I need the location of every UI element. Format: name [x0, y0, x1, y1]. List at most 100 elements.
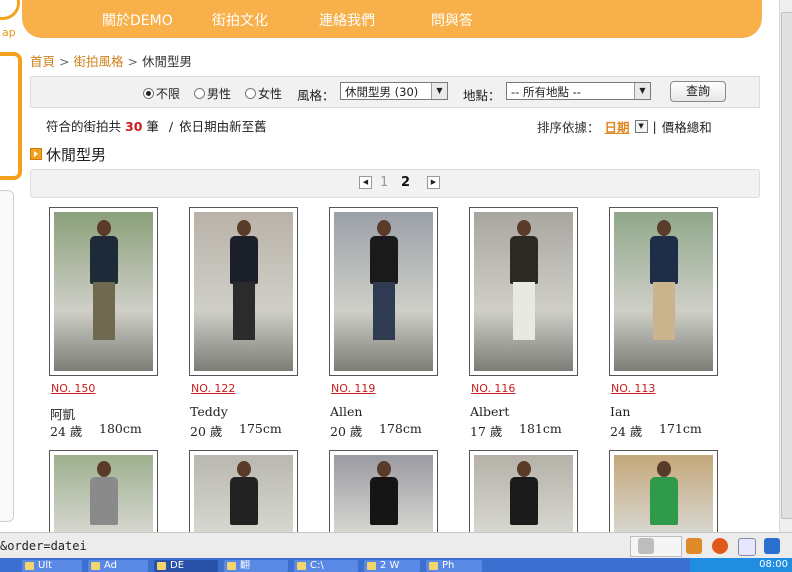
logo-text: ap — [2, 26, 16, 39]
query-button[interactable]: 查詢 — [670, 81, 726, 102]
person-top — [509, 236, 538, 284]
nav-about[interactable]: 關於DEMO — [102, 10, 173, 30]
street-photo[interactable] — [469, 450, 578, 540]
radio-female[interactable]: 女性 — [245, 85, 282, 102]
taskbar-item[interactable]: Ph — [426, 560, 482, 572]
street-photo[interactable] — [49, 450, 158, 540]
vertical-scrollbar[interactable] — [779, 0, 792, 532]
sort-direction-icon[interactable]: ▼ — [634, 120, 648, 133]
result-count: 30 — [125, 119, 143, 134]
street-photo[interactable] — [189, 207, 298, 376]
photo-number[interactable]: NO. 116 — [471, 382, 515, 395]
taskbar: Ult Ad DE 翻 C:\ 2 W Ph 08:00 — [0, 558, 792, 572]
result-order: 依日期由新至舊 — [179, 119, 267, 134]
sort-label: 排序依據： — [537, 120, 600, 135]
taskbar-item[interactable]: 翻 — [224, 560, 288, 572]
taskbar-item[interactable]: DE — [154, 560, 218, 572]
person-age: 20 歲 — [330, 424, 363, 439]
side-tab[interactable] — [0, 52, 22, 180]
street-photo[interactable] — [329, 450, 438, 540]
person-head — [96, 220, 111, 236]
sort-by-date[interactable]: 日期 — [605, 117, 630, 136]
photo-number[interactable]: NO. 113 — [611, 382, 655, 395]
tools-icon[interactable] — [686, 538, 702, 554]
person-age: 17 歲 — [470, 424, 503, 439]
person-head — [236, 220, 251, 236]
nav-faq[interactable]: 問與答 — [431, 10, 473, 30]
photo-image — [194, 212, 293, 371]
street-photo[interactable] — [609, 450, 718, 540]
page-2[interactable]: 2 — [401, 175, 410, 190]
clock: 08:00 — [759, 559, 788, 570]
sort-by-price[interactable]: 價格總和 — [662, 117, 712, 136]
style-select[interactable]: 休閒型男 (30) ▼ — [340, 82, 448, 100]
photo-image — [54, 212, 153, 371]
person-top — [89, 236, 118, 284]
prev-page-icon[interactable]: ◀ — [359, 176, 372, 189]
breadcrumb-sep: > — [59, 54, 70, 69]
photo-number[interactable]: NO. 150 — [51, 382, 95, 395]
radio-dot — [143, 88, 154, 99]
breadcrumb-sep: > — [127, 54, 138, 69]
person-figure — [224, 220, 264, 370]
person-age: 20 歲 — [190, 424, 223, 439]
section-arrow-icon — [30, 148, 42, 160]
photo-image — [614, 455, 713, 535]
radio-any[interactable]: 不限 — [143, 85, 180, 102]
taskbar-item[interactable]: Ad — [88, 560, 148, 572]
person-top — [509, 477, 538, 525]
person-age: 24 歲 — [50, 424, 83, 439]
filter-bar: 不限 男性 女性 風格： 休閒型男 (30) ▼ 地點： -- 所有地點 -- … — [30, 76, 760, 108]
system-tray: 08:00 — [690, 558, 792, 572]
breadcrumb-style[interactable]: 街拍風格 — [74, 54, 124, 69]
page-icon[interactable] — [738, 538, 756, 556]
result-suffix: 筆 — [146, 119, 159, 134]
photo-image — [54, 455, 153, 535]
status-url: &order=datei — [0, 539, 87, 553]
person-top — [369, 236, 398, 284]
photo-image — [334, 455, 433, 535]
location-select[interactable]: -- 所有地點 -- ▼ — [506, 82, 651, 100]
person-height: 171cm — [659, 421, 702, 436]
nav-contact[interactable]: 連絡我們 — [319, 10, 375, 30]
breadcrumb-home[interactable]: 首頁 — [30, 54, 55, 69]
street-photo[interactable] — [609, 207, 718, 376]
radio-dot — [245, 88, 256, 99]
street-photo[interactable] — [329, 207, 438, 376]
photo-number[interactable]: NO. 122 — [191, 382, 235, 395]
next-page-icon[interactable]: ▶ — [427, 176, 440, 189]
result-prefix: 符合的街拍共 — [46, 119, 122, 134]
nav-street-culture[interactable]: 街拍文化 — [212, 10, 268, 30]
location-select-value: -- 所有地點 -- — [511, 85, 581, 99]
person-figure — [84, 461, 124, 535]
street-photo[interactable] — [49, 207, 158, 376]
person-top — [229, 236, 258, 284]
page-1[interactable]: 1 — [380, 175, 388, 190]
network-icon — [638, 538, 654, 554]
photo-number[interactable]: NO. 119 — [331, 382, 375, 395]
app-icon[interactable] — [764, 538, 780, 554]
location-label: 地點： — [463, 88, 501, 103]
person-height: 178cm — [379, 421, 422, 436]
taskbar-item[interactable]: Ult — [22, 560, 82, 572]
firefox-icon[interactable] — [712, 538, 728, 554]
street-photo[interactable] — [189, 450, 298, 540]
person-top — [649, 236, 678, 284]
section-title: 休閒型男 — [46, 146, 107, 164]
photo-image — [194, 455, 293, 535]
taskbar-item[interactable]: C:\ — [294, 560, 358, 572]
street-photo[interactable] — [469, 207, 578, 376]
person-figure — [224, 461, 264, 535]
radio-label: 男性 — [207, 87, 232, 101]
person-legs — [92, 282, 115, 340]
person-figure — [504, 220, 544, 370]
radio-male[interactable]: 男性 — [194, 85, 231, 102]
person-figure — [364, 461, 404, 535]
style-select-value: 休閒型男 (30) — [345, 85, 419, 99]
person-top — [89, 477, 118, 525]
person-name: Albert — [470, 404, 510, 419]
sort-options: 排序依據： 日期 ▼ | 價格總和 — [537, 117, 712, 136]
taskbar-item[interactable]: 2 W — [364, 560, 420, 572]
scrollbar-thumb[interactable] — [781, 12, 792, 519]
person-height: 180cm — [99, 421, 142, 436]
